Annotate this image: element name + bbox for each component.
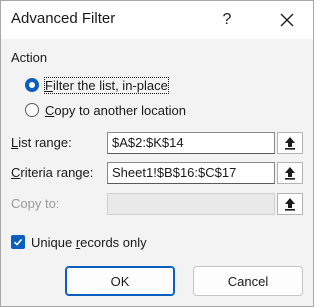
criteria-range-pick-button[interactable] [277,162,303,184]
radio-button-selected[interactable] [25,78,39,92]
copy-to-label: Copy to: [11,196,60,211]
radio-label-filter-in-place: Filter the list, in-place [44,76,169,94]
advanced-filter-dialog: Advanced Filter ? Action Filter the list… [0,0,314,307]
list-range-pick-button[interactable] [277,132,303,154]
help-button[interactable]: ? [211,1,243,39]
checkmark-icon [13,238,23,246]
close-icon [280,13,294,27]
cancel-button[interactable]: Cancel [193,266,303,296]
unique-records-label: Unique records only [31,234,147,250]
dialog-title: Advanced Filter [11,10,116,27]
ok-button[interactable]: OK [65,266,175,296]
list-range-input[interactable]: $A$2:$K$14 [107,132,275,154]
collapse-dialog-icon [285,137,295,150]
criteria-range-input[interactable]: Sheet1!$B$16:$C$17 [107,162,275,184]
close-button[interactable] [271,1,303,39]
collapse-dialog-icon [285,198,295,211]
copy-to-pick-button[interactable] [277,193,303,215]
title-bar: Advanced Filter ? [1,1,313,39]
radio-filter-in-place[interactable]: Filter the list, in-place [25,75,169,95]
radio-label-copy-to-location: Copy to another location [45,102,186,118]
radio-button-unselected[interactable] [25,103,39,117]
action-group-label: Action [11,50,48,65]
criteria-range-label: Criteria range: [11,165,94,180]
unique-records-checkbox-row[interactable]: Unique records only [11,232,147,252]
unique-records-checkbox[interactable] [11,235,25,249]
radio-copy-to-location[interactable]: Copy to another location [25,100,186,120]
list-range-label: List range: [11,135,72,150]
collapse-dialog-icon [285,167,295,180]
copy-to-input[interactable] [107,193,275,215]
